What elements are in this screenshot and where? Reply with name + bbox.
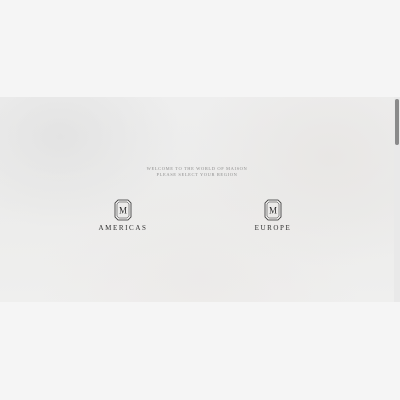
hero-background [0,97,400,302]
maison-m-logo-icon: M [264,199,282,221]
logo-letter: M [119,206,127,216]
welcome-message: WELCOME TO THE WORLD OF MAISON PLEASE SE… [0,166,394,178]
region-americas-link[interactable]: M AMERICAS [83,199,163,232]
region-europe-link[interactable]: M EUROPE [233,199,313,232]
page: WELCOME TO THE WORLD OF MAISON PLEASE SE… [0,0,400,400]
region-label-americas: AMERICAS [98,224,148,232]
maison-m-logo-icon: M [114,199,132,221]
region-label-europe: EUROPE [254,224,292,232]
scrollbar[interactable] [394,97,400,302]
logo-letter: M [269,206,277,216]
select-region-line: PLEASE SELECT YOUR REGION [156,172,238,177]
scrollbar-thumb[interactable] [395,99,399,145]
